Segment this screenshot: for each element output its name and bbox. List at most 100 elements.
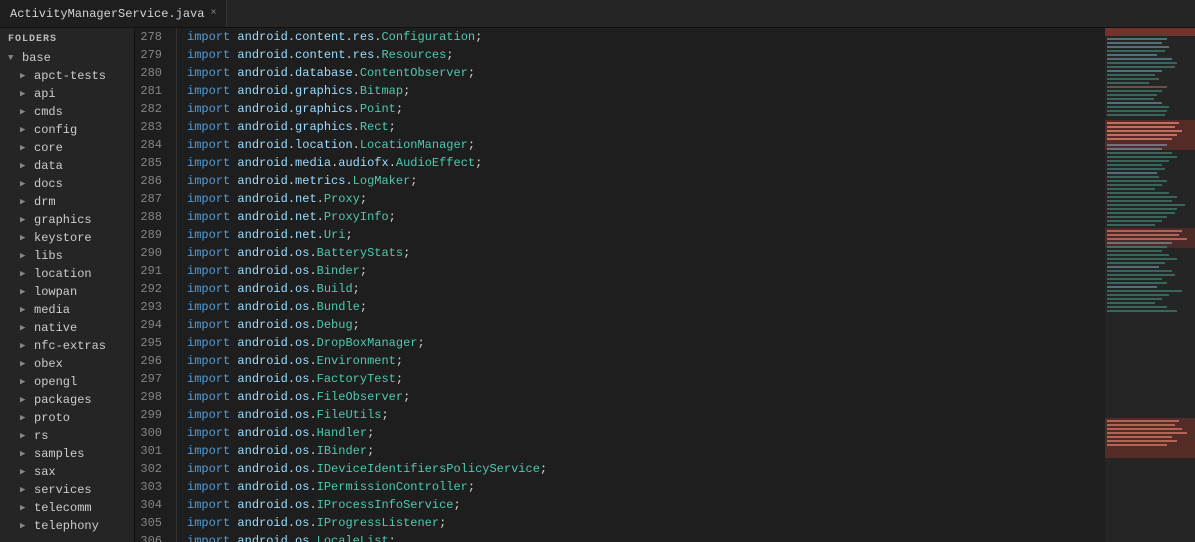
line-number-287: 287	[135, 190, 168, 208]
code-line-302: import android.os.IDeviceIdentifiersPoli…	[187, 460, 1105, 478]
sidebar-item-packages[interactable]: ▶packages	[0, 391, 134, 409]
sidebar-item-libs[interactable]: ▶libs	[0, 247, 134, 265]
code-line-279: import android.content.res.Resources;	[187, 46, 1105, 64]
sidebar-item-services[interactable]: ▶services	[0, 481, 134, 499]
line-number-293: 293	[135, 298, 168, 316]
folder-label-proto: proto	[34, 411, 130, 425]
sidebar-item-api[interactable]: ▶api	[0, 85, 134, 103]
sidebar-item-opengl[interactable]: ▶opengl	[0, 373, 134, 391]
sidebar-item-obex[interactable]: ▶obex	[0, 355, 134, 373]
chevron-icon-obex: ▶	[20, 359, 34, 369]
sidebar-item-data[interactable]: ▶data	[0, 157, 134, 175]
folder-label-packages: packages	[34, 393, 130, 407]
folder-label-telecomm: telecomm	[34, 501, 130, 515]
minimap-svg	[1105, 28, 1195, 542]
code-line-295: import android.os.DropBoxManager;	[187, 334, 1105, 352]
line-number-296: 296	[135, 352, 168, 370]
sidebar-item-nfc-extras[interactable]: ▶nfc-extras	[0, 337, 134, 355]
code-line-285: import android.media.audiofx.AudioEffect…	[187, 154, 1105, 172]
code-line-283: import android.graphics.Rect;	[187, 118, 1105, 136]
folder-label-rs: rs	[34, 429, 130, 443]
folder-label-cmds: cmds	[34, 105, 130, 119]
sidebar-header: FOLDERS	[0, 28, 134, 49]
line-number-298: 298	[135, 388, 168, 406]
line-number-278: 278	[135, 28, 168, 46]
code-line-282: import android.graphics.Point;	[187, 100, 1105, 118]
tab-close-icon[interactable]: ×	[210, 8, 216, 19]
chevron-icon-packages: ▶	[20, 395, 34, 405]
sidebar-item-graphics[interactable]: ▶graphics	[0, 211, 134, 229]
line-number-279: 279	[135, 46, 168, 64]
chevron-icon-config: ▶	[20, 125, 34, 135]
sidebar-item-cmds[interactable]: ▶cmds	[0, 103, 134, 121]
chevron-icon-keystore: ▶	[20, 233, 34, 243]
sidebar-item-drm[interactable]: ▶drm	[0, 193, 134, 211]
folder-label-telephony: telephony	[34, 519, 130, 533]
sidebar-item-native[interactable]: ▶native	[0, 319, 134, 337]
chevron-icon-proto: ▶	[20, 413, 34, 423]
sidebar-item-location[interactable]: ▶location	[0, 265, 134, 283]
chevron-icon-nfc-extras: ▶	[20, 341, 34, 351]
folder-label-data: data	[34, 159, 130, 173]
code-line-298: import android.os.FileObserver;	[187, 388, 1105, 406]
code-line-301: import android.os.IBinder;	[187, 442, 1105, 460]
chevron-icon-opengl: ▶	[20, 377, 34, 387]
sidebar-item-media[interactable]: ▶media	[0, 301, 134, 319]
chevron-icon-lowpan: ▶	[20, 287, 34, 297]
code-line-299: import android.os.FileUtils;	[187, 406, 1105, 424]
code-line-300: import android.os.Handler;	[187, 424, 1105, 442]
line-number-292: 292	[135, 280, 168, 298]
tab-filename: ActivityManagerService.java	[10, 7, 204, 21]
line-number-299: 299	[135, 406, 168, 424]
tab-bar: ActivityManagerService.java ×	[0, 0, 1195, 28]
sidebar-item-config[interactable]: ▶config	[0, 121, 134, 139]
line-number-280: 280	[135, 64, 168, 82]
chevron-icon-cmds: ▶	[20, 107, 34, 117]
line-number-297: 297	[135, 370, 168, 388]
chevron-icon-api: ▶	[20, 89, 34, 99]
code-line-297: import android.os.FactoryTest;	[187, 370, 1105, 388]
sidebar-item-base[interactable]: ▼base	[0, 49, 134, 67]
code-line-306: import android.os.LocaleList;	[187, 532, 1105, 542]
chevron-icon-native: ▶	[20, 323, 34, 333]
sidebar-item-rs[interactable]: ▶rs	[0, 427, 134, 445]
file-tab[interactable]: ActivityManagerService.java ×	[0, 0, 227, 27]
code-line-290: import android.os.BatteryStats;	[187, 244, 1105, 262]
sidebar-item-apct-tests[interactable]: ▶apct-tests	[0, 67, 134, 85]
sidebar-item-core[interactable]: ▶core	[0, 139, 134, 157]
line-number-284: 284	[135, 136, 168, 154]
sidebar-item-proto[interactable]: ▶proto	[0, 409, 134, 427]
line-number-305: 305	[135, 514, 168, 532]
code-content[interactable]: import android.content.res.Configuration…	[177, 28, 1105, 542]
sidebar-item-samples[interactable]: ▶samples	[0, 445, 134, 463]
chevron-icon-media: ▶	[20, 305, 34, 315]
chevron-icon-apct-tests: ▶	[20, 71, 34, 81]
line-number-285: 285	[135, 154, 168, 172]
chevron-icon-rs: ▶	[20, 431, 34, 441]
sidebar-item-keystore[interactable]: ▶keystore	[0, 229, 134, 247]
minimap	[1105, 28, 1195, 542]
folder-label-location: location	[34, 267, 130, 281]
chevron-icon-libs: ▶	[20, 251, 34, 261]
folder-label-core: core	[34, 141, 130, 155]
code-line-280: import android.database.ContentObserver;	[187, 64, 1105, 82]
line-number-289: 289	[135, 226, 168, 244]
sidebar-item-docs[interactable]: ▶docs	[0, 175, 134, 193]
folder-label-docs: docs	[34, 177, 130, 191]
line-number-304: 304	[135, 496, 168, 514]
line-number-288: 288	[135, 208, 168, 226]
folder-label-media: media	[34, 303, 130, 317]
line-number-295: 295	[135, 334, 168, 352]
editor-area: 2782792802812822832842852862872882892902…	[135, 28, 1195, 542]
code-line-281: import android.graphics.Bitmap;	[187, 82, 1105, 100]
sidebar-item-telephony[interactable]: ▶telephony	[0, 517, 134, 535]
sidebar-item-telecomm[interactable]: ▶telecomm	[0, 499, 134, 517]
line-number-301: 301	[135, 442, 168, 460]
sidebar-item-sax[interactable]: ▶sax	[0, 463, 134, 481]
line-number-302: 302	[135, 460, 168, 478]
chevron-icon-docs: ▶	[20, 179, 34, 189]
folder-label-samples: samples	[34, 447, 130, 461]
chevron-icon-core: ▶	[20, 143, 34, 153]
sidebar-item-lowpan[interactable]: ▶lowpan	[0, 283, 134, 301]
chevron-icon-drm: ▶	[20, 197, 34, 207]
